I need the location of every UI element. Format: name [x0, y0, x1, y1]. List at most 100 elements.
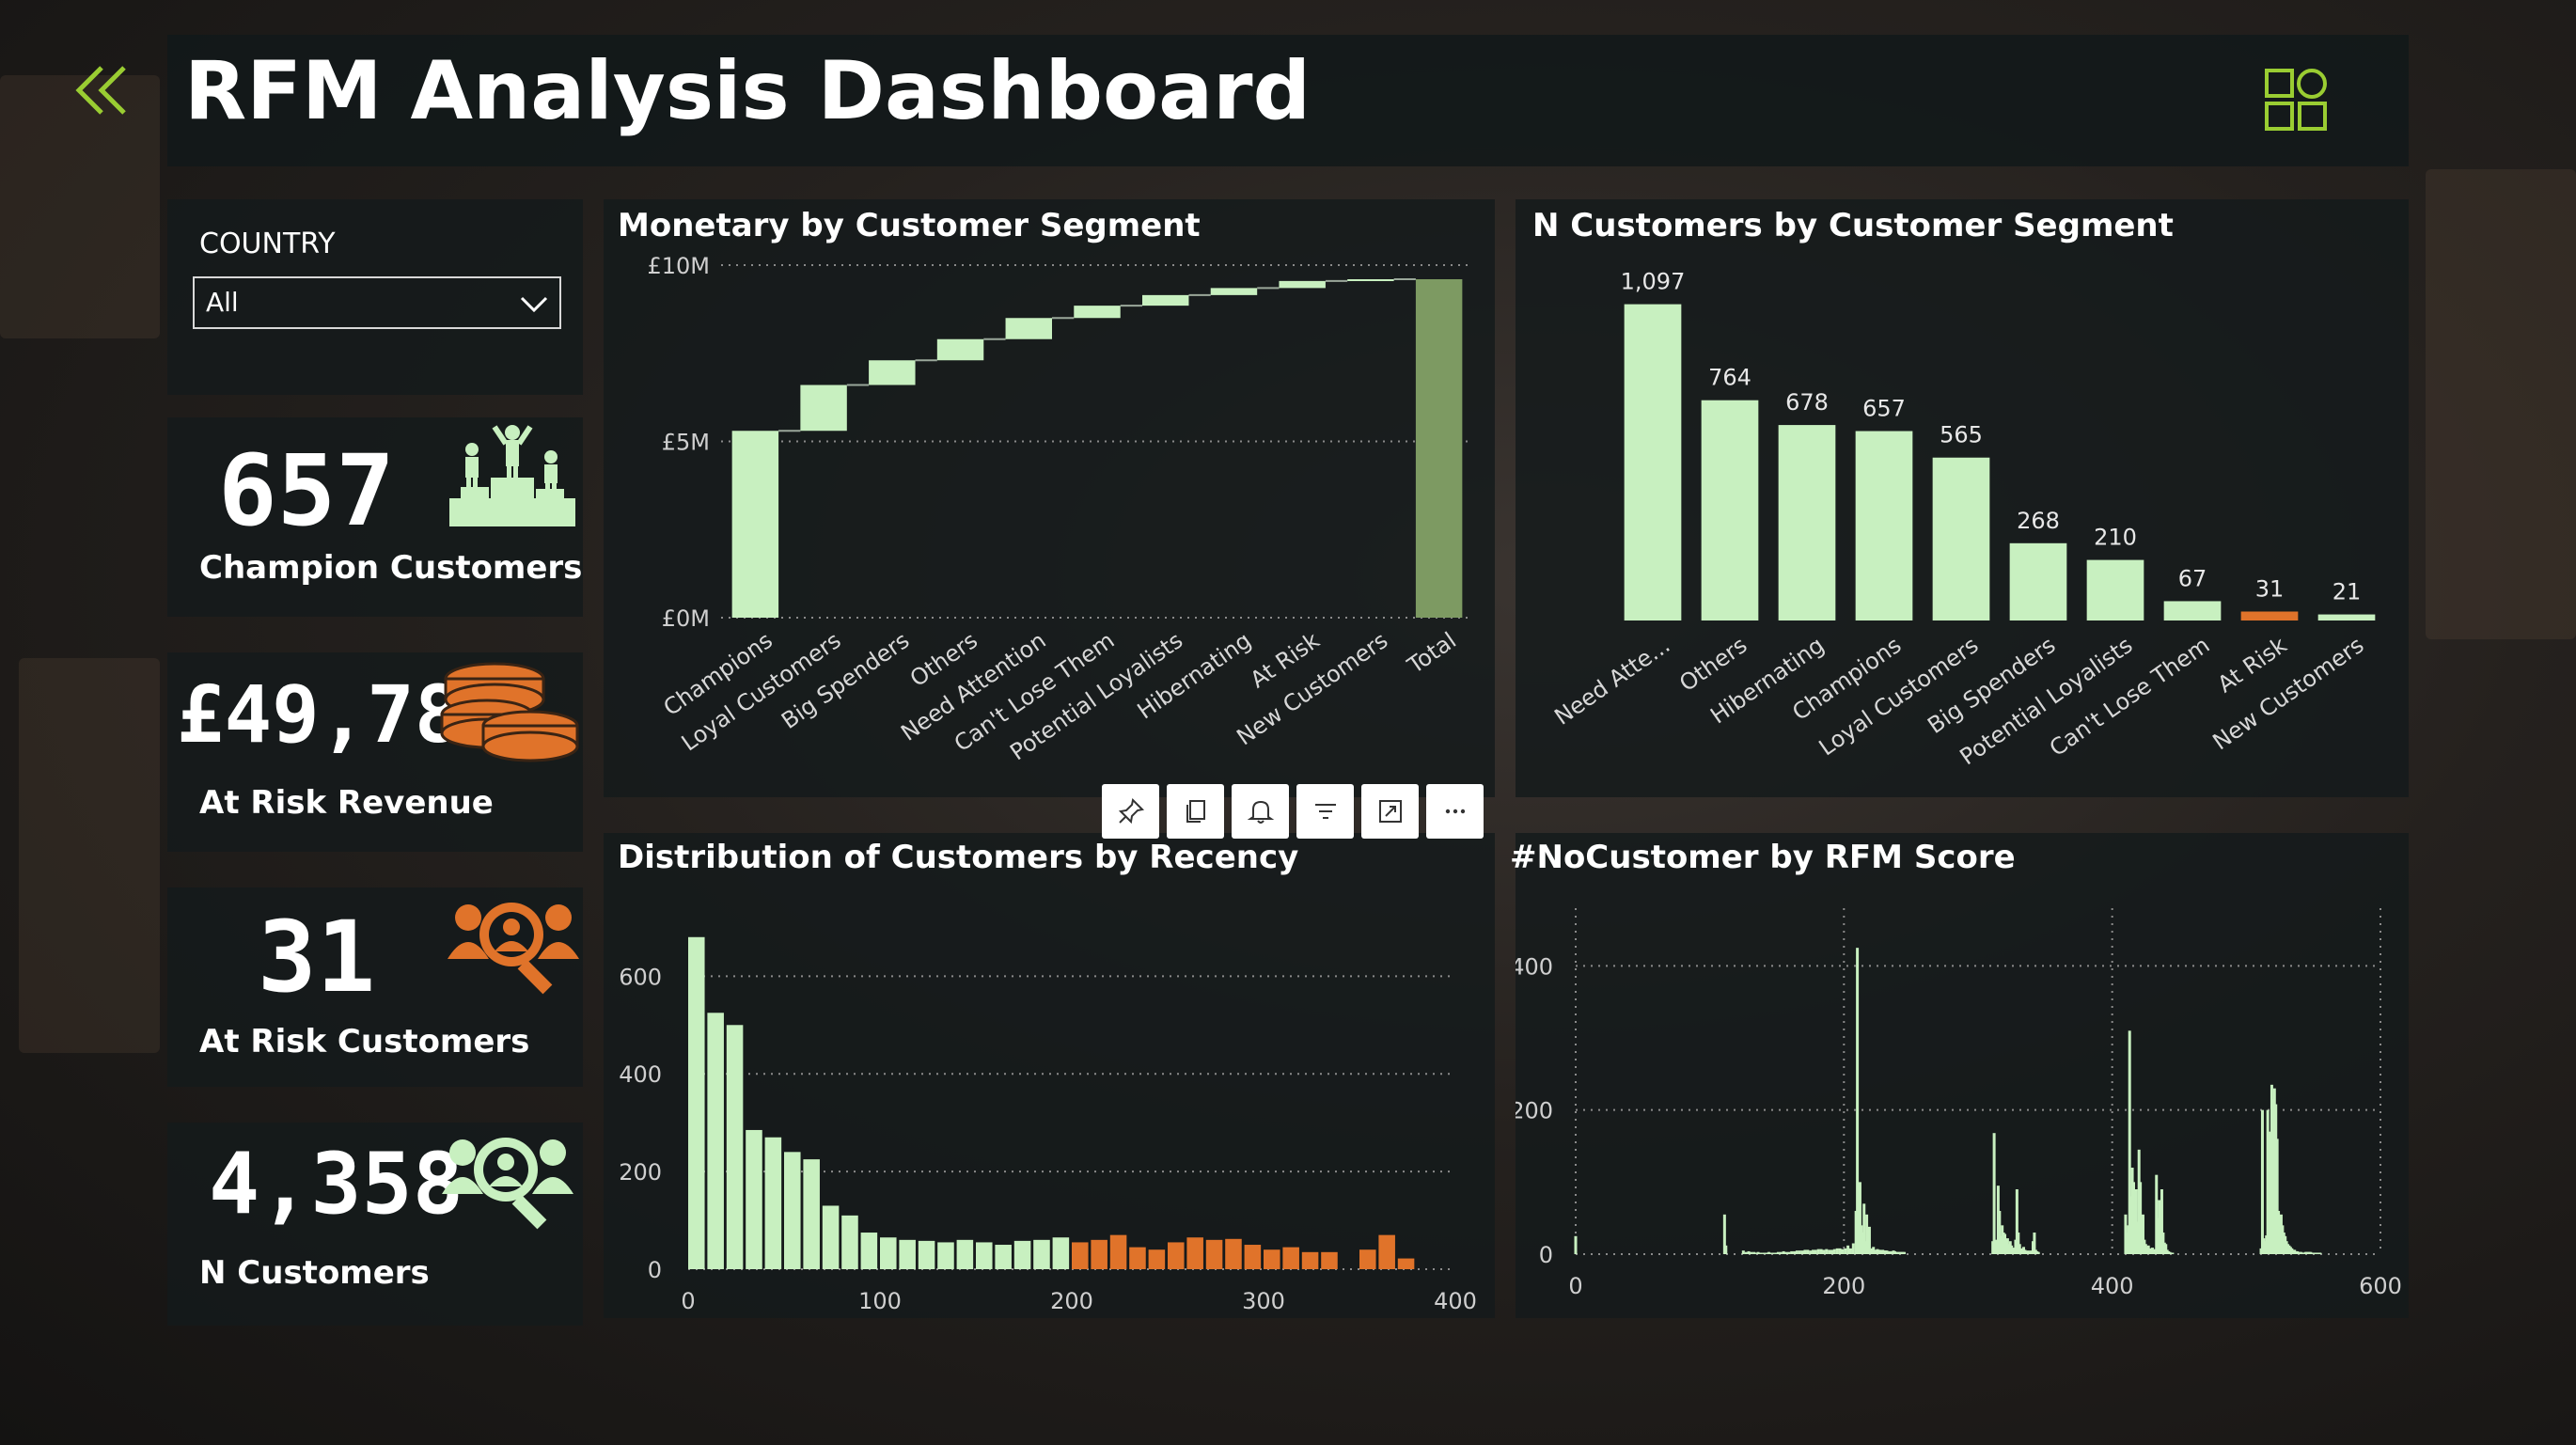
bar [899, 1239, 916, 1269]
chart-title: N Customers by Customer Segment [1532, 207, 2174, 244]
bar [1851, 1243, 1855, 1254]
bar [746, 1129, 762, 1269]
bar [1415, 279, 1463, 618]
x-tick-label: 0 [681, 1288, 695, 1314]
bar [1819, 1249, 1823, 1254]
monetary-chart[interactable]: £0M£5M£10MChampionsLoyal CustomersBig Sp… [604, 246, 1495, 797]
bar [1795, 1250, 1798, 1254]
bar [1782, 1250, 1785, 1254]
more-options-icon[interactable] [1426, 784, 1484, 839]
bar [1779, 1251, 1783, 1254]
focus-mode-icon[interactable] [1361, 784, 1419, 839]
bar [1855, 431, 1913, 620]
kpi-label: At Risk Revenue [199, 784, 494, 822]
bar [764, 1137, 782, 1269]
bar [1768, 1252, 1772, 1254]
bar [1321, 1251, 1338, 1269]
bar [1244, 1245, 1262, 1269]
bar [1765, 1252, 1768, 1254]
bar [2260, 1109, 2264, 1254]
bar [800, 385, 847, 432]
bar [1397, 1258, 1415, 1269]
bar [1812, 1249, 1815, 1254]
bar [1771, 1252, 1775, 1254]
kpi-label: At Risk Customers [199, 1023, 530, 1060]
data-label: 21 [2333, 579, 2362, 605]
recency-chart[interactable]: 0 200 400 600 0 100 200 300 400 [604, 880, 1495, 1318]
bar [1186, 1237, 1203, 1269]
chart-title: Monetary by Customer Segment [618, 207, 1201, 244]
bar [1168, 1242, 1185, 1269]
rfm-score-chart[interactable]: 0 200 400 0 200 400 600 [1516, 880, 2409, 1318]
bar [1832, 1249, 1836, 1254]
chart-title: Distribution of Customers by Recency [618, 839, 1299, 876]
bar [2009, 542, 2067, 620]
grid-layout-icon[interactable] [2264, 68, 2328, 132]
x-tick-label: 400 [1434, 1288, 1477, 1314]
bar [726, 1025, 744, 1269]
bar [1109, 1234, 1127, 1269]
bar [2086, 559, 2144, 620]
bar [1282, 1247, 1299, 1269]
x-tick-label: 400 [2091, 1273, 2134, 1299]
bar [1210, 288, 1258, 295]
bar [869, 360, 916, 385]
data-label: 210 [2094, 525, 2137, 551]
bell-icon[interactable] [1232, 784, 1289, 839]
bar [1762, 1252, 1766, 1254]
bar [1129, 1247, 1146, 1269]
chart-title: #NoCustomer by RFM Score [1510, 839, 2016, 876]
bar [1835, 1248, 1839, 1254]
visual-toolbar [1102, 784, 1484, 839]
x-tick-label: 200 [1050, 1288, 1093, 1314]
kpi-value: 4,358 [209, 1135, 463, 1233]
bar [1347, 279, 1394, 281]
bar [1359, 1249, 1376, 1269]
bar [1759, 1252, 1763, 1254]
y-tick-label: £5M [662, 430, 710, 456]
pin-icon[interactable] [1102, 784, 1159, 839]
bar [822, 1205, 840, 1269]
bar [1822, 1249, 1826, 1254]
double-chevron-left-icon[interactable] [70, 62, 135, 118]
x-tick-label: 300 [1242, 1288, 1285, 1314]
data-label: 1,097 [1621, 269, 1686, 295]
bar [1072, 1242, 1089, 1269]
bar [1806, 1249, 1810, 1254]
bar [1378, 1234, 1395, 1269]
bar [1992, 1133, 1996, 1254]
user-search-icon [448, 903, 579, 995]
bar [688, 936, 705, 1269]
bar [1205, 1239, 1223, 1269]
chevron-down-icon [520, 296, 548, 313]
bar [1838, 1248, 1842, 1254]
segment-count-chart[interactable]: 1,097Need Atte...764Others678Hibernating… [1516, 246, 2409, 797]
x-tick-label: 600 [2359, 1273, 2402, 1299]
copy-icon[interactable] [1167, 784, 1224, 839]
data-label: 565 [1940, 422, 1983, 448]
y-tick-label: 200 [1516, 1098, 1553, 1124]
data-label: 764 [1708, 365, 1751, 391]
bar [1793, 1250, 1797, 1254]
data-label: 678 [1785, 389, 1829, 416]
bar [1903, 1251, 1907, 1254]
bar [1825, 1249, 1829, 1254]
bar [1264, 1249, 1280, 1269]
filter-icon[interactable] [1296, 784, 1354, 839]
bar [937, 1242, 954, 1269]
bar [1741, 1250, 1745, 1254]
bar [1756, 1251, 1760, 1254]
country-dropdown[interactable]: All [193, 276, 561, 329]
podium-icon [449, 425, 575, 526]
bar [803, 1159, 820, 1269]
bar [1033, 1239, 1050, 1269]
y-tick-label: 400 [1516, 953, 1553, 980]
background-shape [2426, 169, 2576, 639]
bar [1753, 1252, 1757, 1254]
kpi-label: N Customers [199, 1254, 430, 1292]
bar [1828, 1249, 1831, 1254]
bar [2036, 1251, 2040, 1254]
bar [1784, 1251, 1788, 1254]
bar [1790, 1250, 1794, 1254]
y-tick-label: 600 [619, 964, 662, 990]
